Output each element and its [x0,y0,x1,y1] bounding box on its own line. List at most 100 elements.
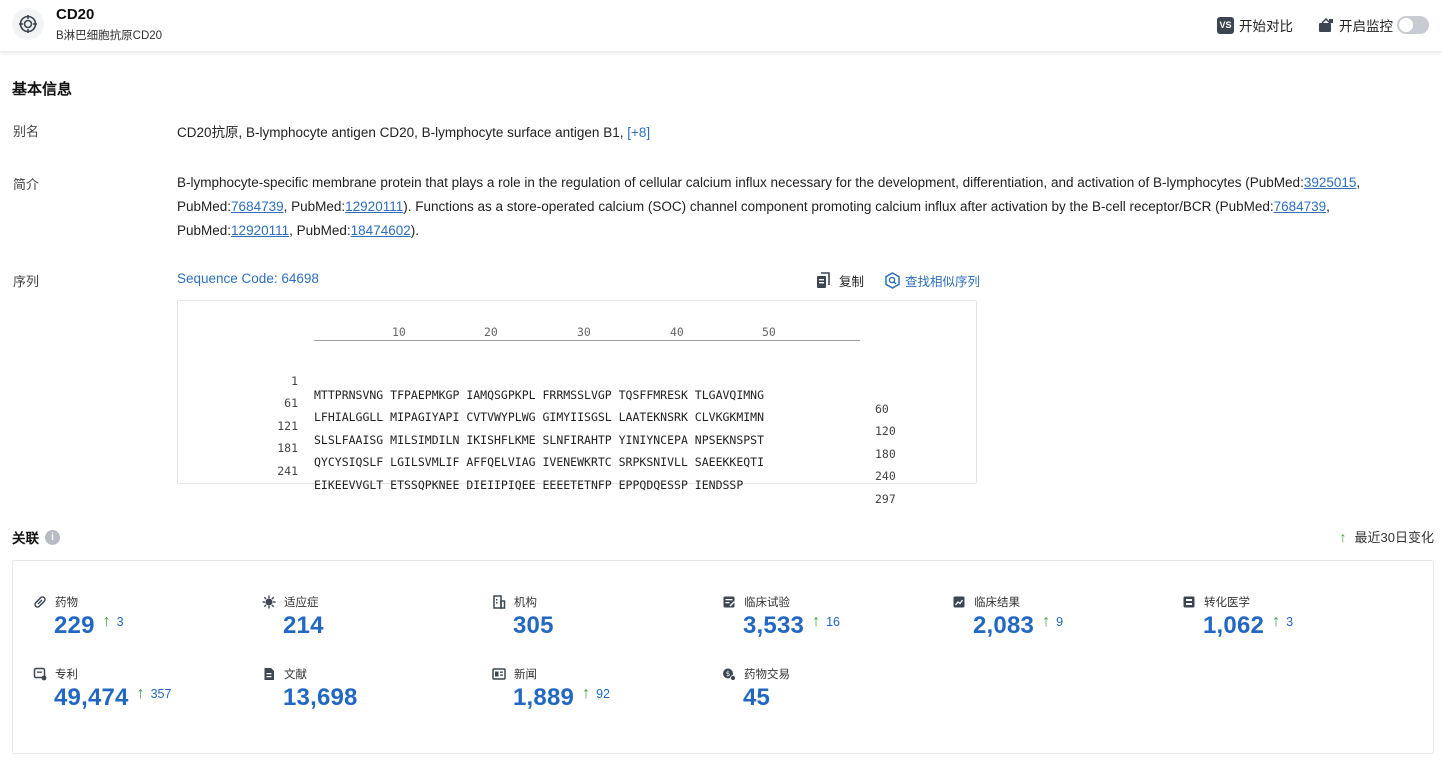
copy-label: 复制 [839,275,865,289]
stat-value: 13,698 [283,684,358,711]
sequence-row: 121 SLSLFAAISG MILSIMDILN IKISHFLKME SLN… [178,405,978,461]
pubmed-link[interactable]: 3925015 [1304,175,1357,190]
page-subtitle: B淋巴细胞抗原CD20 [56,30,163,42]
monitor-label: 开启监控 [1339,19,1393,34]
find-similar-label: 查找相似序列 [905,275,981,289]
stat-drugs[interactable]: 药物 229 ↑ 3 [33,594,124,640]
up-arrow-icon: ↑ [102,613,111,630]
summary-label: 简介 [13,177,40,192]
stat-literature[interactable]: 文献 13,698 [262,666,358,712]
page-header: CD20 B淋巴细胞抗原CD20 VS 开始对比 开启监控 [0,0,1442,52]
stat-news[interactable]: 新闻 1,889 ↑ 92 [492,666,610,712]
stat-value: 49,474 [54,684,129,711]
stat-delta: 357 [150,687,172,701]
stat-label: 专利 [55,669,78,681]
stat-label: 药物交易 [744,669,790,681]
alias-value: CD20抗原, B-lymphocyte antigen CD20, B-lym… [177,121,650,141]
ruler-tick-label: 20 [484,325,498,339]
pill-icon [33,595,47,609]
sequence-row: 241 EIKEEVVGLT ETSSQPKNEE DIEIIPIQEE EEE… [178,450,978,506]
stat-label: 文献 [284,669,307,681]
up-arrow-icon: ↑ [1042,613,1051,630]
stat-label: 临床试验 [744,597,790,609]
sequence-row: 61 LFHIALGGLL MIPAGIYAPI CVTVWYPLWG GIMY… [178,382,978,438]
copy-button[interactable]: 复制 [816,271,864,290]
stat-organizations[interactable]: 机构 305 [492,594,554,640]
stat-value: 229 [54,612,95,639]
up-arrow-icon: ↑ [582,685,591,702]
copy-icon [816,272,831,289]
pubmed-link[interactable]: 7684739 [1274,199,1327,214]
stat-label: 临床结果 [974,597,1020,609]
stat-indications[interactable]: 适应症 214 [262,594,324,640]
deal-icon: $ [722,667,736,681]
monitor-control: 开启监控 [1318,15,1429,35]
sequence-viewer: 10 20 30 40 50 1 MTTPRNSVNG TFPAEPMKGP I… [177,300,978,506]
stat-value: 2,083 [973,612,1035,639]
stat-translational-medicine[interactable]: 转化医学 1,062 ↑ 3 [1182,594,1293,640]
sequence-label: 序列 [13,274,40,289]
stat-delta: 3 [1286,615,1294,629]
up-arrow-icon: ↑ [812,613,821,630]
stat-value: 214 [283,612,324,639]
stat-delta: 3 [116,615,124,629]
patent-icon [33,667,47,681]
related-stats-card: 药物 229 ↑ 3 适应症 214 机构 305 临床试验 3,533 ↑ 16 … [12,560,1434,754]
page-title: CD20 [56,6,95,23]
stat-delta: 16 [826,615,840,629]
up-arrow-icon: ↑ [1272,613,1281,630]
stat-value: 305 [513,612,554,639]
stat-value: 1,889 [513,684,575,711]
start-compare-button[interactable]: VS 开始对比 [1217,15,1293,35]
find-similar-sequence-button[interactable]: 查找相似序列 [884,271,980,290]
stat-drug-deals[interactable]: $ 药物交易 45 [722,666,790,712]
ruler-tick-label: 10 [392,325,406,339]
recent-change-legend: ↑ 最近30日变化 [1340,527,1434,546]
stat-label: 适应症 [284,597,319,609]
pubmed-link[interactable]: 18474602 [351,223,411,238]
sequence-row: 1 MTTPRNSVNG TFPAEPMKGP IAMQSGPKPL FRRMS… [178,360,978,416]
summary-part: , PubMed: [289,223,351,238]
stat-label: 新闻 [514,669,537,681]
stat-value: 3,533 [743,612,805,639]
alias-text: CD20抗原, B-lymphocyte antigen CD20, B-lym… [177,125,624,140]
summary-part: , PubMed: [283,199,346,214]
up-arrow-icon: ↑ [136,685,145,702]
related-title-text: 关联 [12,531,39,546]
ruler-tick-label: 50 [762,325,776,339]
summary-part: B-lymphocyte-specific membrane protein t… [177,175,1304,190]
alias-more-link[interactable]: [+8] [627,125,650,140]
up-arrow-icon: ↑ [1339,528,1347,545]
ruler-tick-label: 40 [670,325,684,339]
pubmed-link[interactable]: 7684739 [231,199,284,214]
basic-info-title: 基本信息 [12,81,73,98]
svg-text:$: $ [726,670,730,678]
sequence-code-link[interactable]: Sequence Code: 64698 [177,271,319,286]
ruler-tick-label: 30 [577,325,591,339]
stat-patents[interactable]: 专利 49,474 ↑ 357 [33,666,171,712]
related-section-title: 关联 i [12,527,60,547]
stat-delta: 9 [1056,615,1064,629]
document-icon [262,667,276,681]
info-icon[interactable]: i [45,529,60,545]
stat-clinical-trials[interactable]: 临床试验 3,533 ↑ 16 [722,594,840,640]
toggle-knob [1399,18,1413,32]
pubmed-link[interactable]: 12920111 [231,223,289,238]
stat-label: 转化医学 [1204,597,1250,609]
monitor-toggle[interactable] [1397,16,1429,34]
clipboard-icon [722,595,736,609]
summary-text: B-lymphocyte-specific membrane protein t… [177,171,1422,243]
summary-part: ). Functions as a store-operated calcium… [403,199,1274,214]
sequence-text: EIKEEVVGLT ETSSQPKNEE DIEIIPIQEE EEEETET… [314,478,765,492]
legend-text: 最近30日变化 [1354,530,1434,545]
stat-value: 45 [743,684,771,711]
stat-delta: 92 [596,687,610,701]
building-icon [492,595,506,609]
sequence-row: 181 QYCYSIQSLF LGILSVMLIF AFFQELVIAG IVE… [178,427,978,483]
sequence-end: 240 [875,469,896,483]
pubmed-link[interactable]: 12920111 [345,199,403,214]
sequence-start: 241 [277,464,298,478]
stat-clinical-results[interactable]: 临床结果 2,083 ↑ 9 [952,594,1063,640]
sequence-end: 297 [875,492,896,506]
start-compare-label: 开始对比 [1239,19,1293,34]
